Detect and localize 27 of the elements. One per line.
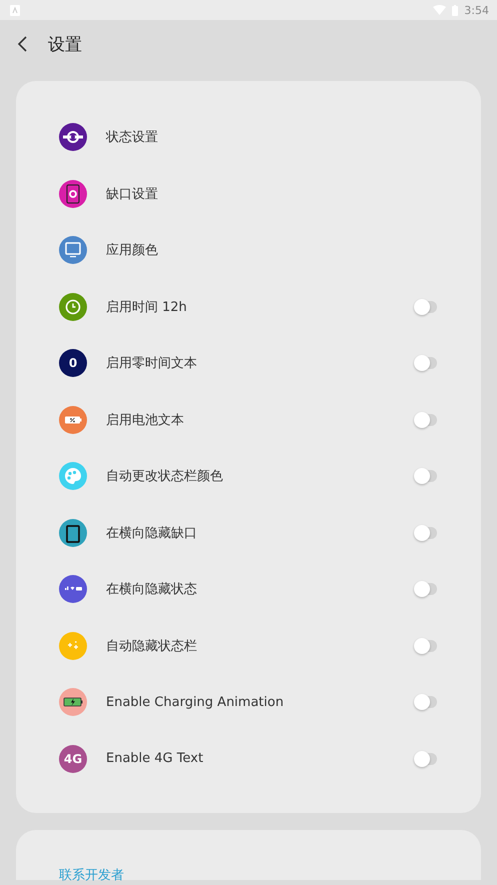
setting-label: 自动更改状态栏颜色 bbox=[106, 468, 224, 486]
contact-developer-link[interactable]: 联系开发者 bbox=[59, 868, 124, 883]
toggle-switch[interactable] bbox=[415, 298, 437, 315]
toggle-switch[interactable] bbox=[415, 638, 437, 654]
badge-icon: 4G bbox=[59, 744, 87, 773]
toggle-switch[interactable] bbox=[415, 694, 437, 710]
toggle-switch[interactable] bbox=[415, 468, 437, 484]
setting-label: 状态设置 bbox=[106, 129, 159, 146]
clock-time: 3:54 bbox=[464, 4, 489, 16]
notification-icon bbox=[10, 4, 20, 16]
setting-label: 在横向隐藏状态 bbox=[106, 581, 198, 598]
setting-label: 启用时间 12h bbox=[106, 298, 188, 316]
badge-icon: 0 bbox=[59, 349, 87, 378]
page-title: 设置 bbox=[48, 34, 82, 56]
setting-label: Enable 4G Text bbox=[106, 751, 204, 766]
setting-label: 在横向隐藏缺口 bbox=[106, 524, 198, 542]
toggle-switch[interactable] bbox=[415, 581, 437, 598]
toggle-switch[interactable] bbox=[415, 750, 437, 767]
toggle-switch[interactable] bbox=[415, 355, 437, 372]
toggle-switch[interactable] bbox=[415, 412, 437, 428]
setting-label: 缺口设置 bbox=[106, 186, 159, 203]
setting-label: 应用颜色 bbox=[106, 242, 159, 260]
setting-label: 启用零时间文本 bbox=[106, 355, 198, 372]
setting-label: 自动隐藏状态栏 bbox=[106, 638, 198, 655]
setting-label: Enable Charging Animation bbox=[106, 694, 285, 710]
toggle-switch[interactable] bbox=[415, 524, 437, 541]
setting-label: 启用电池文本 bbox=[106, 412, 185, 429]
